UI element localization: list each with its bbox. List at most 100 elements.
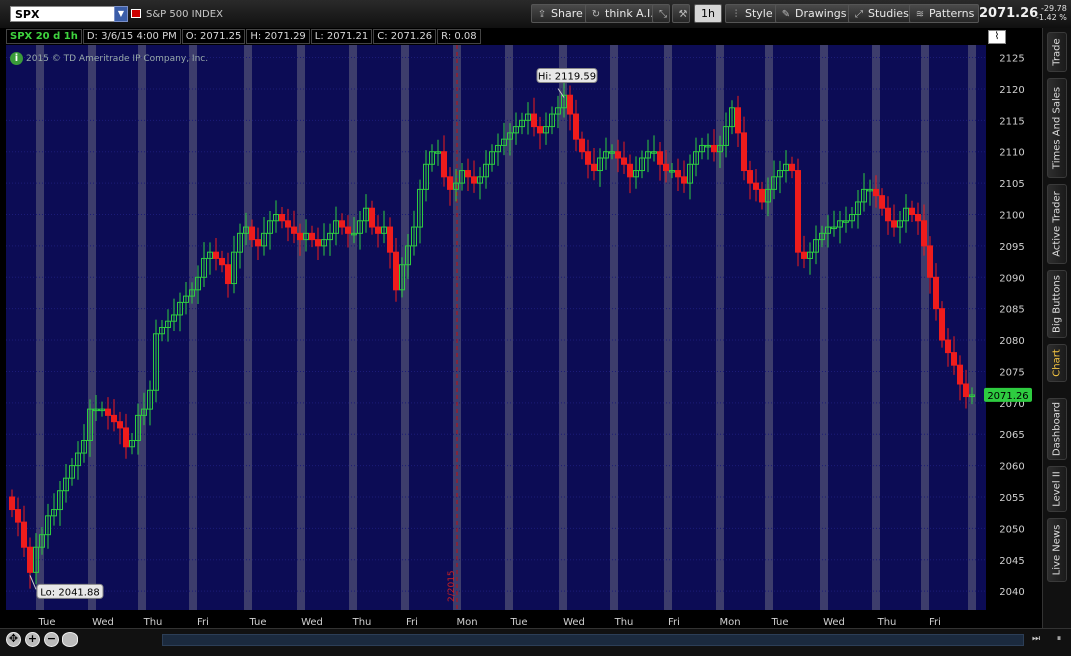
tab-big-buttons-label: Big Buttons xyxy=(1051,275,1063,333)
x-day-label: Fri xyxy=(197,617,209,628)
x-day-label: Wed xyxy=(92,617,114,628)
candle-body xyxy=(909,207,915,216)
reset-zoom-icon[interactable] xyxy=(62,632,78,647)
x-day-label: Mon xyxy=(719,617,740,628)
x-day-label: Thu xyxy=(877,617,897,628)
y-tick-label: 2120 xyxy=(999,85,1024,96)
candle-body xyxy=(915,214,921,222)
crosshair-button[interactable]: ⤡ xyxy=(652,4,670,23)
tab-dashboard[interactable]: Dashboard xyxy=(1047,398,1067,460)
wrench-icon: ⚒ xyxy=(678,9,688,20)
tab-live-news[interactable]: Live News xyxy=(1047,518,1067,582)
think-ai-label: think A.I. xyxy=(605,7,654,20)
candle-body xyxy=(285,220,291,228)
patterns-button[interactable]: ≋ Patterns xyxy=(909,4,980,23)
candle-body xyxy=(9,496,15,511)
symbol-input[interactable]: SPX xyxy=(10,6,115,22)
session-band xyxy=(401,45,409,610)
session-band xyxy=(189,45,197,610)
tab-active-trader[interactable]: Active Trader xyxy=(1047,184,1067,264)
candle-body xyxy=(105,408,111,416)
x-day-label: Fri xyxy=(668,617,680,628)
session-band xyxy=(765,45,773,610)
think-ai-button[interactable]: ↻ think A.I. xyxy=(585,4,659,23)
candle-body xyxy=(573,113,579,140)
session-band xyxy=(716,45,724,610)
lock-icon[interactable]: ⏸ xyxy=(1052,633,1066,646)
session-band xyxy=(138,45,146,610)
tab-chart-label: Chart xyxy=(1051,349,1063,377)
candle-body xyxy=(675,170,681,178)
candle-body xyxy=(939,308,945,341)
chart-settings-icon[interactable]: ⌇ xyxy=(988,30,1006,44)
tab-level-ii[interactable]: Level II xyxy=(1047,466,1067,512)
drawings-button[interactable]: ✎ Drawings xyxy=(775,4,852,23)
x-day-label: Wed xyxy=(823,617,845,628)
tab-trade[interactable]: Trade xyxy=(1047,32,1067,72)
bar-low: L: 2071.21 xyxy=(310,29,373,44)
tab-times-and-sales[interactable]: Times And Sales xyxy=(1047,78,1067,178)
chart-scrollbar[interactable] xyxy=(162,634,1024,646)
right-sidebar: Trade Times And Sales Active Trader Big … xyxy=(1042,28,1071,628)
hi-label: Hi: 2119.59 xyxy=(538,72,596,83)
patterns-label: Patterns xyxy=(929,7,975,20)
tab-live-news-label: Live News xyxy=(1051,524,1063,576)
y-tick-label: 2085 xyxy=(999,305,1024,316)
scroll-end-icon[interactable]: ⏭ xyxy=(1030,633,1042,646)
candle-body xyxy=(759,188,765,203)
candle-body xyxy=(945,339,951,354)
candle-body xyxy=(279,214,285,222)
x-day-label: Tue xyxy=(509,617,527,628)
wrench-button[interactable]: ⚒ xyxy=(672,4,690,23)
percent-change: -1.42 % xyxy=(1036,13,1067,22)
plot-background xyxy=(6,45,986,610)
candle-body xyxy=(585,151,591,165)
candle-body xyxy=(615,151,621,159)
tab-chart[interactable]: Chart xyxy=(1047,344,1067,382)
crosshair-icon: ⤡ xyxy=(659,9,667,20)
x-day-label: Thu xyxy=(352,617,372,628)
session-band xyxy=(36,45,44,610)
share-button[interactable]: ⇪ Share xyxy=(531,4,588,23)
symbol-dropdown-button[interactable]: ▼ xyxy=(114,6,128,22)
candle-body xyxy=(753,182,759,190)
candle-body xyxy=(297,232,303,241)
drawings-label: Drawings xyxy=(795,7,847,20)
candle-body xyxy=(891,220,897,228)
info-icon[interactable]: i xyxy=(10,52,23,65)
session-band xyxy=(968,45,976,610)
candle-body xyxy=(663,163,669,172)
tab-big-buttons[interactable]: Big Buttons xyxy=(1047,270,1067,338)
candle-body xyxy=(747,170,753,184)
candle-body xyxy=(537,126,543,134)
tab-dashboard-label: Dashboard xyxy=(1051,401,1063,457)
candle-body xyxy=(315,239,321,247)
candle-body xyxy=(795,170,801,253)
bottom-toolbar: ✥ + − ► ⏭ ⏸ xyxy=(0,628,1071,656)
lo-label: Lo: 2041.88 xyxy=(40,587,99,598)
candle-body xyxy=(15,509,21,523)
candle-body xyxy=(369,207,375,228)
y-tick-label: 2100 xyxy=(999,211,1024,222)
session-band xyxy=(872,45,880,610)
bar-open: O: 2071.25 xyxy=(181,29,246,44)
style-button[interactable]: ⫶ Style xyxy=(725,4,778,23)
studies-button[interactable]: ⤢ Studies xyxy=(848,4,914,23)
x-day-label: Thu xyxy=(143,617,163,628)
candle-body xyxy=(225,264,231,285)
timeframe-button[interactable]: 1h xyxy=(694,4,722,23)
candle-body xyxy=(441,151,447,178)
pan-icon[interactable]: ✥ xyxy=(6,632,21,647)
last-price: 2071.26 xyxy=(979,6,1039,21)
y-tick-label: 2055 xyxy=(999,493,1024,504)
candle-body xyxy=(963,383,969,398)
studies-icon: ⤢ xyxy=(855,9,863,20)
y-tick-label: 2065 xyxy=(999,430,1024,441)
symbol-flag-icon xyxy=(131,9,141,18)
candle-body xyxy=(591,163,597,172)
y-tick-label: 2040 xyxy=(999,587,1024,598)
zoom-out-icon[interactable]: − xyxy=(44,632,59,647)
candle-body xyxy=(21,521,27,548)
price-chart[interactable]: 2040204520502055206020652070207520802085… xyxy=(0,28,1042,628)
zoom-in-icon[interactable]: + xyxy=(25,632,40,647)
